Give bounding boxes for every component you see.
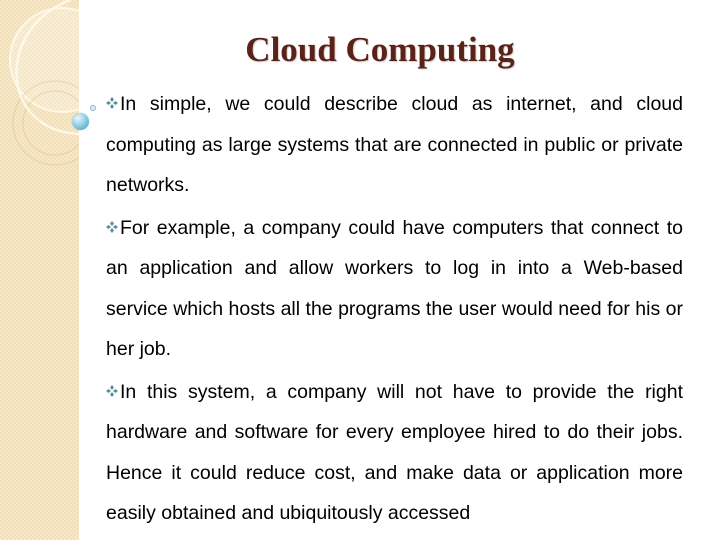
bullet-item: In simple, we could describe cloud as in…: [106, 84, 683, 206]
decorative-circles: [9, 0, 79, 166]
slide-body: In simple, we could describe cloud as in…: [106, 84, 683, 536]
bullet-text: In simple, we could describe cloud as in…: [106, 93, 683, 196]
bullet-text: In this system, a company will not have …: [106, 380, 683, 525]
bullet-item: For example, a company could have comput…: [106, 208, 683, 370]
four-diamond-bullet-icon: [106, 220, 118, 233]
decorative-side-panel: [0, 0, 79, 540]
four-diamond-bullet-icon: [106, 384, 118, 397]
blue-orb-icon: [72, 113, 89, 130]
bullet-item: In this system, a company will not have …: [106, 372, 683, 534]
four-diamond-bullet-icon: [106, 97, 118, 109]
slide-title: Cloud Computing: [245, 30, 515, 69]
small-ring-icon: [90, 105, 96, 111]
bullet-text: For example, a company could have comput…: [106, 216, 683, 361]
